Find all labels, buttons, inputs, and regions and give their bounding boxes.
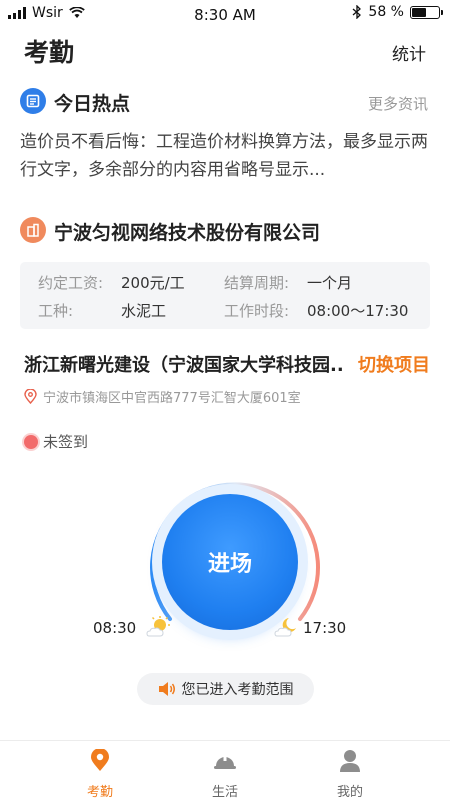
job-info-card: 约定工资: 200元/工 结算周期: 一个月 工种: 水泥工 工作时段: 08:… xyxy=(20,262,430,329)
company-icon xyxy=(20,217,46,243)
status-bar: Wsir 8:30 AM 58 % xyxy=(0,0,450,28)
tab-label: 生活 xyxy=(211,785,238,800)
tab-attendance[interactable]: 考勤 xyxy=(60,748,140,800)
tab-bar: 考勤 生活 我的 xyxy=(0,740,450,801)
project-name: 浙江新曙光建设（宁波国家大学科技园... xyxy=(24,355,344,376)
cycle-label: 结算周期: xyxy=(224,274,290,292)
check-in-button[interactable]: 进场 xyxy=(162,494,298,630)
location-pin-icon xyxy=(91,748,109,771)
more-news-link[interactable]: 更多资讯 xyxy=(368,93,428,114)
sign-status: 未签到 xyxy=(24,431,88,452)
attendance-range-notice: 您已进入考勤范围 xyxy=(137,673,314,705)
news-section-title: 今日热点 xyxy=(54,93,131,115)
speaker-icon xyxy=(158,682,175,696)
sign-status-text: 未签到 xyxy=(43,433,89,451)
tab-mine[interactable]: 我的 xyxy=(310,749,390,800)
news-headline[interactable]: 造价员不看后悔：工程造价材料换算方法，最多显示两行文字，多余部分的内容用省略号显… xyxy=(20,128,435,184)
work-type-value: 水泥工 xyxy=(121,302,167,320)
user-icon xyxy=(340,750,360,772)
battery-percent: 58 % xyxy=(368,4,404,20)
battery-icon xyxy=(410,5,443,19)
company-name: 宁波匀视网络技术股份有限公司 xyxy=(54,222,321,244)
tab-life[interactable]: 生活 xyxy=(185,749,265,800)
wage-value: 200元/工 xyxy=(121,274,185,292)
work-type-label: 工种: xyxy=(38,302,74,320)
wage-label: 约定工资: xyxy=(38,274,104,292)
sun-cloud-icon xyxy=(146,616,170,637)
news-icon xyxy=(20,88,46,114)
status-dot-icon xyxy=(24,434,38,449)
bluetooth-icon xyxy=(352,5,362,19)
work-hours-value: 08:00～17:30 xyxy=(307,302,409,320)
address-text: 宁波市镇海区中官西路777号汇智大厦601室 xyxy=(43,391,301,406)
tab-label: 我的 xyxy=(336,785,363,800)
page-title: 考勤 xyxy=(24,38,75,67)
start-time: 08:30 xyxy=(93,619,137,637)
switch-project-button[interactable]: 切换项目 xyxy=(358,351,430,377)
cycle-value: 一个月 xyxy=(307,274,353,292)
hardhat-icon xyxy=(214,755,236,769)
range-text: 您已进入考勤范围 xyxy=(181,682,294,698)
end-time: 17:30 xyxy=(303,619,347,637)
project-address: 宁波市镇海区中官西路777号汇智大厦601室 xyxy=(24,387,301,406)
stats-button[interactable]: 统计 xyxy=(392,40,426,65)
moon-cloud-icon xyxy=(274,618,296,637)
work-hours-label: 工作时段: xyxy=(224,302,290,320)
location-pin-icon xyxy=(24,389,37,404)
tab-label: 考勤 xyxy=(86,785,113,800)
